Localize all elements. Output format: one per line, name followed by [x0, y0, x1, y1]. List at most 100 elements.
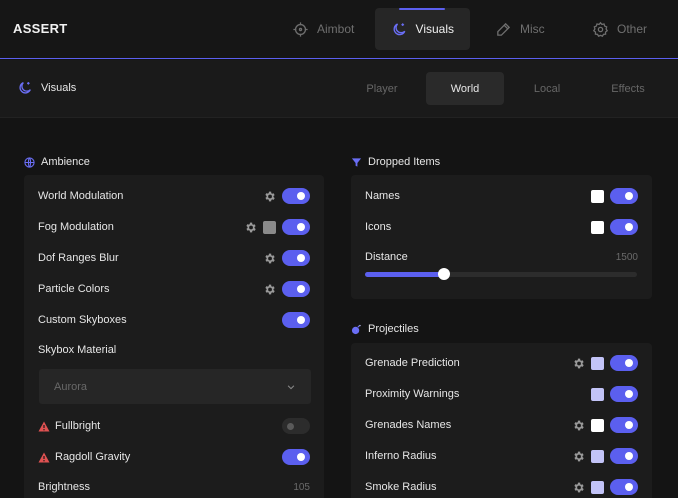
tab-aimbot[interactable]: Aimbot: [276, 8, 370, 50]
gear-icon[interactable]: [244, 221, 257, 234]
projectiles-title: Projectiles: [368, 323, 419, 335]
tab-visuals-label: Visuals: [415, 22, 454, 36]
ambience-panel: World Modulation Fog Modulation Dof Rang…: [24, 175, 324, 498]
section-title: Visuals: [17, 80, 76, 96]
tab-misc-label: Misc: [520, 22, 545, 36]
custom-skyboxes-toggle[interactable]: [282, 312, 310, 328]
subtab-world[interactable]: World: [426, 72, 504, 105]
names-label: Names: [365, 190, 400, 202]
grenade-prediction-color-swatch[interactable]: [591, 356, 604, 370]
inferno-radius-toggle[interactable]: [610, 448, 638, 464]
gear-icon[interactable]: [572, 481, 585, 494]
distance-slider-fill: [365, 272, 444, 277]
particle-colors-row: Particle Colors: [38, 279, 310, 299]
dof-ranges-blur-row: Dof Ranges Blur: [38, 248, 310, 268]
section-title-label: Visuals: [41, 82, 77, 94]
dropped-items-title: Dropped Items: [368, 156, 441, 168]
chevron-down-icon: [287, 384, 295, 389]
ragdoll-gravity-toggle[interactable]: [282, 449, 310, 465]
fullbright-label-wrap: Fullbright: [38, 420, 282, 432]
gear-icon[interactable]: [263, 283, 276, 296]
ragdoll-gravity-label-wrap: Ragdoll Gravity: [38, 451, 282, 463]
subtab-local[interactable]: Local: [508, 72, 586, 105]
skybox-material-select[interactable]: Aurora: [39, 369, 311, 404]
moon-stars-icon: [19, 82, 31, 94]
skybox-material-row: Skybox Material: [38, 340, 310, 360]
ambience-header: Ambience: [24, 156, 90, 168]
brightness-value: 105: [293, 481, 310, 493]
filter-icon: [351, 157, 362, 167]
tab-other-label: Other: [617, 22, 648, 36]
proximity-warnings-row: Proximity Warnings: [365, 384, 638, 404]
gear-icon[interactable]: [572, 419, 585, 432]
world-modulation-toggle[interactable]: [282, 188, 310, 204]
ragdoll-gravity-row: Ragdoll Gravity: [38, 447, 310, 467]
tab-other[interactable]: Other: [576, 8, 663, 50]
particle-colors-toggle[interactable]: [282, 281, 310, 297]
smoke-radius-row: Smoke Radius: [365, 477, 638, 497]
warning-icon: [38, 452, 50, 462]
icons-label: Icons: [365, 221, 392, 233]
dof-ranges-blur-label: Dof Ranges Blur: [38, 252, 119, 264]
active-tab-indicator: [399, 8, 445, 10]
pen-icon: [497, 22, 511, 36]
skybox-material-value: Aurora: [54, 380, 88, 393]
gear-icon[interactable]: [572, 357, 585, 370]
gear-icon[interactable]: [263, 190, 276, 203]
warning-icon: [38, 421, 50, 431]
grenade-prediction-label: Grenade Prediction: [365, 357, 460, 369]
distance-label: Distance: [365, 251, 408, 263]
distance-slider-handle[interactable]: [437, 268, 450, 280]
grenades-names-row: Grenades Names: [365, 415, 638, 435]
grenades-names-toggle[interactable]: [610, 417, 638, 433]
subtab-effects[interactable]: Effects: [589, 72, 667, 105]
names-toggle[interactable]: [610, 188, 638, 204]
custom-skyboxes-row: Custom Skyboxes: [38, 310, 310, 330]
world-modulation-label: World Modulation: [38, 190, 124, 202]
brightness-row: Brightness 105: [38, 477, 310, 497]
gear-icon: [592, 21, 609, 37]
custom-skyboxes-label: Custom Skyboxes: [38, 314, 127, 326]
fullbright-label: Fullbright: [55, 420, 101, 432]
distance-value: 1500: [615, 251, 638, 263]
inferno-radius-label: Inferno Radius: [365, 450, 437, 462]
fullbright-toggle[interactable]: [282, 418, 310, 434]
icons-row: Icons: [365, 217, 638, 237]
proximity-warnings-color-swatch[interactable]: [591, 387, 604, 401]
smoke-radius-toggle[interactable]: [610, 479, 638, 495]
distance-slider[interactable]: [365, 268, 637, 280]
fullbright-row: Fullbright: [38, 416, 310, 436]
tab-aimbot-label: Aimbot: [317, 22, 355, 36]
dropped-items-panel: Names Icons Distance 1500: [351, 175, 652, 299]
projectiles-panel: Grenade Prediction Proximity Warnings Gr…: [351, 343, 652, 498]
names-color-swatch[interactable]: [591, 189, 604, 203]
grenades-names-label: Grenades Names: [365, 419, 452, 431]
names-row: Names: [365, 186, 638, 206]
skybox-material-label: Skybox Material: [38, 344, 117, 356]
subtab-player[interactable]: Player: [343, 72, 421, 105]
grenade-prediction-row: Grenade Prediction: [365, 353, 638, 373]
tab-misc[interactable]: Misc: [479, 8, 561, 50]
fog-modulation-toggle[interactable]: [282, 219, 310, 235]
gear-icon[interactable]: [572, 450, 585, 463]
dof-ranges-blur-toggle[interactable]: [282, 250, 310, 266]
grenades-names-color-swatch[interactable]: [591, 418, 604, 432]
particle-colors-label: Particle Colors: [38, 283, 110, 295]
globe-icon: [24, 156, 35, 168]
fog-color-swatch[interactable]: [263, 220, 276, 234]
inferno-radius-row: Inferno Radius: [365, 446, 638, 466]
icons-toggle[interactable]: [610, 219, 638, 235]
proximity-warnings-toggle[interactable]: [610, 386, 638, 402]
tab-visuals[interactable]: Visuals: [375, 8, 470, 50]
smoke-radius-label: Smoke Radius: [365, 481, 437, 493]
smoke-radius-color-swatch[interactable]: [591, 480, 604, 494]
moon-stars-icon: [393, 22, 406, 35]
crosshair-icon: [293, 21, 308, 37]
proximity-warnings-label: Proximity Warnings: [365, 388, 460, 400]
brightness-label: Brightness: [38, 481, 90, 493]
grenade-prediction-toggle[interactable]: [610, 355, 638, 371]
inferno-radius-color-swatch[interactable]: [591, 449, 604, 463]
fog-modulation-label: Fog Modulation: [38, 221, 114, 233]
gear-icon[interactable]: [263, 252, 276, 265]
icons-color-swatch[interactable]: [591, 220, 604, 234]
